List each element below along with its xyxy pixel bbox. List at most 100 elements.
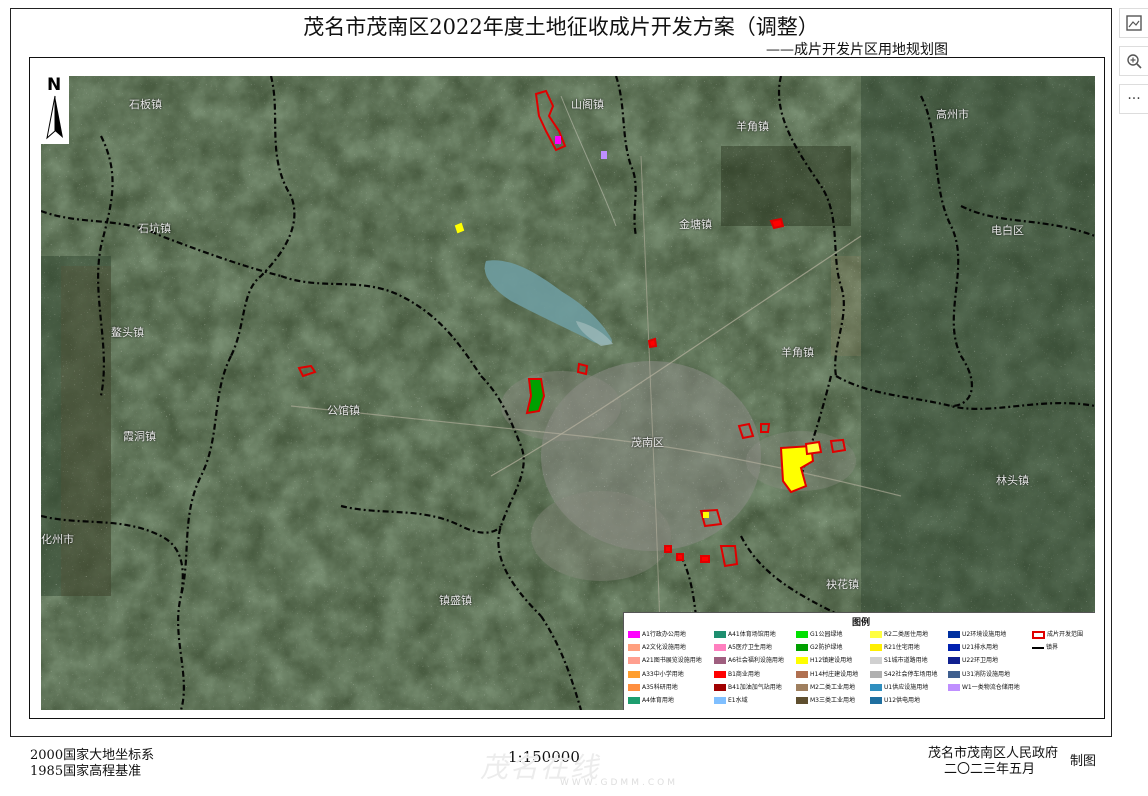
legend-swatch <box>870 657 882 665</box>
legend-swatch <box>948 631 960 638</box>
zoom-in-icon <box>1127 54 1142 69</box>
map-subtitle: ——成片开发片区用地规划图 <box>766 42 948 58</box>
legend-swatch <box>796 697 808 704</box>
legend-item-m3: M3三类工业用地 <box>796 695 855 704</box>
legend-label: G1公园绿地 <box>810 631 843 638</box>
legend-label: A4体育用地 <box>642 697 674 704</box>
image-icon <box>1126 15 1142 31</box>
place-label: 石板镇 <box>129 98 162 111</box>
legend-swatch <box>628 631 640 638</box>
legend-swatch <box>870 670 882 678</box>
legend-item-e1: E1水域 <box>714 695 748 704</box>
legend-swatch <box>628 683 640 691</box>
north-arrow-icon <box>46 95 63 140</box>
legend-swatch <box>796 683 808 691</box>
legend-label: M3三类工业用地 <box>810 697 855 704</box>
legend-item-a5: A5医疗卫生用地 <box>714 642 772 652</box>
height-datum: 1985国家高程基准 <box>30 764 142 779</box>
legend-label: S42社会停车场用地 <box>884 670 938 678</box>
more-label: ··· <box>1127 91 1141 107</box>
publish-date: 二〇二三年五月 <box>944 762 1036 777</box>
legend-swatch <box>628 697 640 704</box>
legend-swatch <box>796 644 808 652</box>
legend-swatch <box>870 683 882 691</box>
legend-swatch <box>714 631 726 638</box>
legend-item-boundary: 成片开发范围 <box>1032 629 1083 639</box>
legend-label: A35科研用地 <box>642 683 678 691</box>
legend-item-u31: U31消防设施用地 <box>948 669 1010 678</box>
legend-item-m2: M2二类工业用地 <box>796 682 855 691</box>
legend-item-u2: U2环境设施用地 <box>948 629 1006 638</box>
legend-swatch <box>796 670 808 678</box>
legend-item-r2: R2二类居住用地 <box>870 629 928 638</box>
place-label: 石坑镇 <box>138 222 171 235</box>
legend-label: E1水域 <box>728 697 748 704</box>
legend-label: B41加油加气站用地 <box>728 683 782 691</box>
legend-swatch <box>870 697 882 704</box>
legend-label: M2二类工业用地 <box>810 683 855 691</box>
legend-label: H14村庄建设用地 <box>810 670 859 678</box>
legend-label: R21住宅用地 <box>884 644 920 652</box>
map-sheet: 茂名市茂南区2022年度土地征收成片开发方案（调整） ——成片开发片区用地规划图 <box>10 8 1112 737</box>
legend-item-h12: H12镇建设用地 <box>796 655 853 665</box>
legend-swatch <box>870 631 882 638</box>
legend-item-a41: A41体育场馆用地 <box>714 629 776 638</box>
place-label: 霞洞镇 <box>123 430 156 443</box>
legend-swatch <box>948 644 960 652</box>
place-label: 袂花镇 <box>826 578 859 591</box>
made-by: 制图 <box>1070 754 1097 769</box>
legend-label: A6社会福利设施用地 <box>728 657 784 665</box>
legend-swatch <box>948 670 960 678</box>
legend-label: A1行政办公用地 <box>642 631 686 638</box>
place-label: 羊角镇 <box>781 346 814 359</box>
place-label: 羊角镇 <box>736 120 769 133</box>
legend-label: A21图书展览设施用地 <box>642 657 702 665</box>
legend-swatch <box>628 644 640 652</box>
legend-swatch <box>1032 630 1045 639</box>
legend-label: 成片开发范围 <box>1047 631 1084 638</box>
legend-label: G2防护绿地 <box>810 644 843 652</box>
legend-swatch <box>948 657 960 665</box>
legend-swatch <box>1032 646 1044 649</box>
legend-label: A5医疗卫生用地 <box>728 644 772 652</box>
legend-swatch <box>714 644 726 652</box>
legend-item-b1: B1商业用地 <box>714 669 760 678</box>
satellite-map[interactable]: N 石板镇 石坑镇 鳌头镇 羊角镇 山阁镇 金塘镇 公馆镇 茂南区 镇盛镇 霞洞… <box>41 76 1095 710</box>
legend-label: A33中小学用地 <box>642 670 684 678</box>
legend-label: H12镇建设用地 <box>810 657 853 665</box>
legend-item-u21: U21排水用地 <box>948 642 999 652</box>
legend-swatch <box>796 657 808 665</box>
legend-label: W1一类物流仓储用地 <box>962 683 1020 691</box>
legend-swatch <box>870 644 882 652</box>
legend-item-b41: B41加油加气站用地 <box>714 682 782 691</box>
place-label: 鳌头镇 <box>111 326 144 339</box>
legend-swatch <box>796 631 808 638</box>
legend-label: 镇界 <box>1046 644 1059 652</box>
legend-item-u1: U1供应设施用地 <box>870 682 928 691</box>
place-label: 高州市 <box>936 108 969 121</box>
image-button[interactable] <box>1119 8 1148 38</box>
zoom-in-button[interactable] <box>1119 46 1148 76</box>
legend-swatch <box>714 683 726 691</box>
watermark-url: WWW.GDMM.COM <box>560 778 678 788</box>
legend-item-h14: H14村庄建设用地 <box>796 669 858 678</box>
more-button[interactable]: ··· <box>1119 84 1148 114</box>
place-label: 镇盛镇 <box>439 594 472 607</box>
north-arrow: N <box>41 76 69 144</box>
legend-label: U21排水用地 <box>962 644 999 652</box>
legend-item-a4: A4体育用地 <box>628 695 674 704</box>
legend-swatch <box>948 683 960 691</box>
legend-swatch <box>714 657 726 665</box>
place-label: 林头镇 <box>996 474 1029 487</box>
legend-label: U2环境设施用地 <box>962 631 1007 638</box>
legend-label: U31消防设施用地 <box>962 670 1011 678</box>
legend-label: S1城市道路用地 <box>884 657 928 665</box>
map-legend: 图例 A1行政办公用地 A2文化设施用地 A21图书展览设施用地 A33中小学用地 A3… <box>623 612 1095 710</box>
legend-item-u22: U22环卫用地 <box>948 655 998 665</box>
place-label: 金塘镇 <box>679 218 712 231</box>
legend-item-a6: A6社会福利设施用地 <box>714 655 784 665</box>
legend-swatch <box>628 657 640 665</box>
legend-item-u12: U12供电用地 <box>870 695 920 704</box>
place-label: 电白区 <box>991 224 1024 237</box>
legend-item-r21: R21住宅用地 <box>870 642 920 652</box>
